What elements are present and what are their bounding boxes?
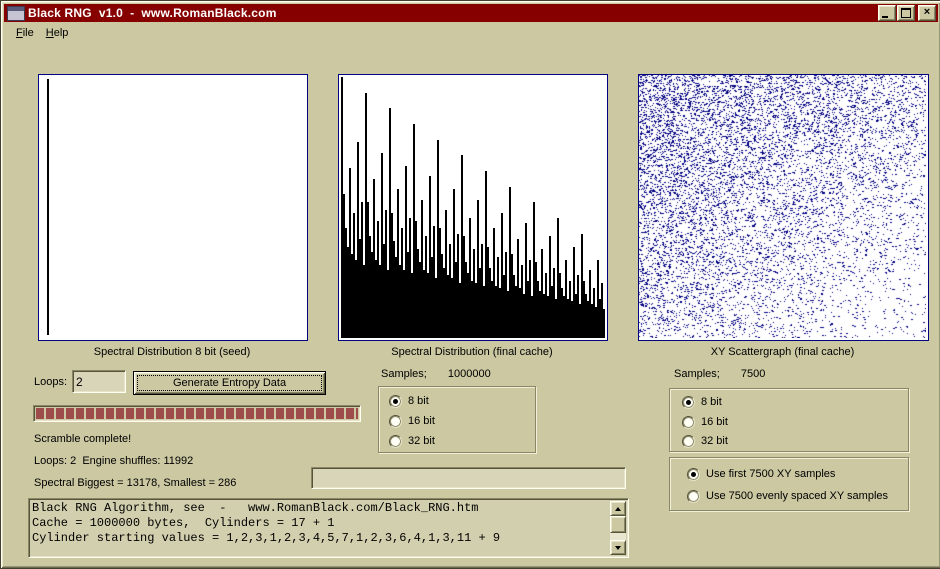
log-line: Cache = 1000000 bytes, Cylinders = 17 + … [32,516,608,531]
scatter-bit-group: 8 bit 16 bit 32 bit [669,388,909,452]
radio-first-7500[interactable]: Use first 7500 XY samples [687,467,835,481]
maximize-icon [901,8,911,18]
scatter-panel [638,74,929,341]
progress-bar [33,405,361,422]
scatter-sampling-group: Use first 7500 XY samples Use 7500 evenl… [669,457,909,511]
spectral-radio-16bit[interactable]: 16 bit [389,414,435,428]
secondary-progress-box [311,467,626,489]
scatter-radio-16bit[interactable]: 16 bit [682,415,728,429]
seed-spectral-panel [38,74,308,341]
scroll-thumb[interactable] [610,516,626,533]
status-loops-shuffles: Loops: 2 Engine shuffles: 11992 [34,455,193,467]
generate-entropy-button[interactable]: Generate Entropy Data [133,371,326,395]
seed-spectral-line [47,79,49,335]
close-icon: × [919,6,935,20]
menu-item-file[interactable]: File [10,25,40,41]
scatter-caption: XY Scattergraph (final cache) [638,346,927,358]
radio-icon[interactable] [389,435,402,448]
spectral-samples-label: Samples; [381,368,427,380]
radio-label: Use first 7500 XY samples [706,468,835,480]
radio-icon[interactable] [682,435,695,448]
seed-caption: Spectral Distribution 8 bit (seed) [38,346,306,358]
radio-label: 16 bit [701,416,728,428]
scatter-radio-8bit[interactable]: 8 bit [682,395,722,409]
maximize-button[interactable] [897,5,915,21]
radio-icon[interactable] [389,415,402,428]
radio-evenly-spaced-7500[interactable]: Use 7500 evenly spaced XY samples [687,489,888,503]
log-box[interactable]: Black RNG Algorithm, see - www.RomanBlac… [28,498,629,558]
scatter-samples-value: 7500 [741,368,765,380]
radio-label: Use 7500 evenly spaced XY samples [706,490,888,502]
log-line: Black RNG Algorithm, see - www.RomanBlac… [32,501,608,516]
spectral-caption: Spectral Distribution (final cache) [338,346,606,358]
radio-icon[interactable] [682,396,695,409]
radio-label: 8 bit [701,396,722,408]
scatter-radio-32bit[interactable]: 32 bit [682,434,728,448]
log-text: Black RNG Algorithm, see - www.RomanBlac… [32,501,608,555]
menu-item-help[interactable]: Help [40,25,75,41]
scatter-canvas [639,75,926,338]
menubar: File Help [4,23,938,42]
arrow-up-icon [615,507,621,511]
status-scramble: Scramble complete! [34,433,131,445]
radio-icon[interactable] [389,395,402,408]
minimize-button[interactable] [878,5,896,21]
log-scrollbar[interactable] [610,501,626,555]
close-button[interactable]: × [918,5,936,21]
minimize-icon [882,16,888,18]
radio-icon[interactable] [682,416,695,429]
spectral-samples-row: Samples; 1000000 [381,368,491,380]
spectral-bars [341,77,607,338]
spectral-radio-32bit[interactable]: 32 bit [389,434,435,448]
app-window: Black RNG v1.0 - www.RomanBlack.com × Fi… [0,0,940,569]
log-line: Cylinder starting values = 1,2,3,1,2,3,4… [32,531,608,546]
progress-fill [36,408,358,419]
radio-label: 16 bit [408,415,435,427]
window-buttons: × [877,5,936,21]
loops-input[interactable] [72,370,126,393]
radio-icon[interactable] [687,468,700,481]
scatter-samples-label: Samples; [674,368,720,380]
app-icon[interactable] [7,6,25,21]
radio-icon[interactable] [687,490,700,503]
window-title: Black RNG v1.0 - www.RomanBlack.com [28,6,277,20]
scatter-samples-row: Samples; 7500 [674,368,765,380]
spectral-samples-value: 1000000 [448,368,491,380]
loops-label: Loops: [34,376,67,388]
arrow-down-icon [615,546,621,550]
spectral-bit-group: 8 bit 16 bit 32 bit [378,386,536,453]
radio-label: 32 bit [701,435,728,447]
spectral-radio-8bit[interactable]: 8 bit [389,394,429,408]
status-spectral-minmax: Spectral Biggest = 13178, Smallest = 286 [34,477,236,489]
spectral-panel [338,74,608,341]
radio-label: 8 bit [408,395,429,407]
scroll-up-button[interactable] [610,501,626,516]
radio-label: 32 bit [408,435,435,447]
titlebar: Black RNG v1.0 - www.RomanBlack.com × [4,4,938,22]
scroll-down-button[interactable] [610,540,626,555]
